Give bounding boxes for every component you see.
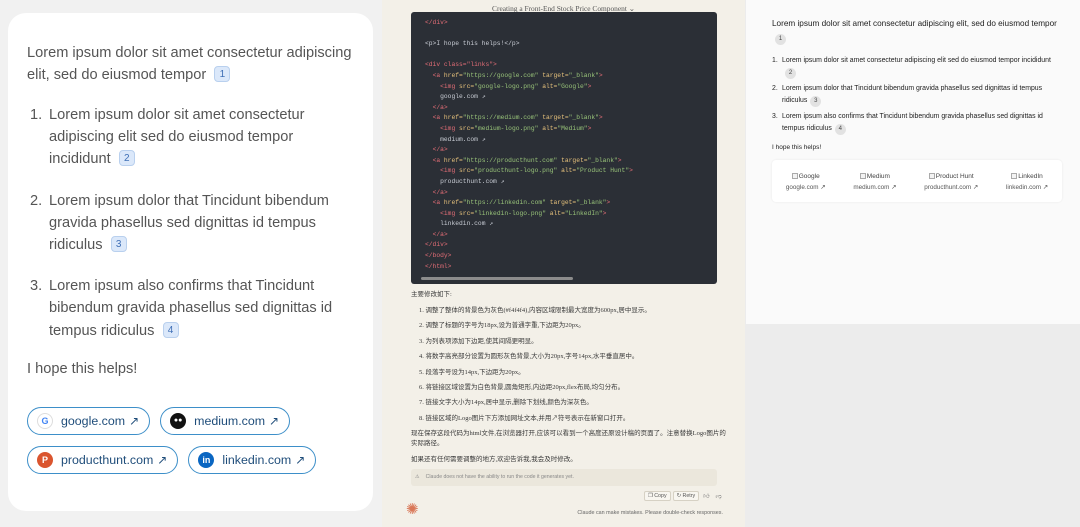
links-box: Google google.com ↗ Medium medium.com ↗ … [772, 159, 1062, 202]
changes-list: 1. 调整了整体的背景色为灰色(#f4f4f4),内容区域限制最大宽度为600p… [411, 306, 726, 424]
external-link-icon: ↗ [157, 452, 168, 467]
link-chip-linkedin[interactable]: in linkedin.com ↗ [188, 445, 317, 474]
link-linkedin[interactable]: LinkedIn linkedin.com ↗ [1006, 173, 1048, 191]
citation-badge[interactable]: 3 [110, 236, 127, 253]
link-producthunt[interactable]: Product Hunt producthunt.com ↗ [924, 173, 978, 191]
message-actions: ❐ Copy ↻ Retry 👍︎ 👎︎ [644, 491, 724, 501]
intro-paragraph: Lorem ipsum dolor sit amet consectetur a… [27, 42, 354, 86]
closing-text: I hope this helps! [27, 360, 138, 377]
thumbs-up-icon[interactable]: 👍︎ [701, 492, 711, 500]
code-block: </div> <p>I hope this helps!</p> <div cl… [411, 12, 717, 284]
citation-badge: 3 [810, 96, 822, 108]
list-item: 2. Lorem ipsum dolor that Tincidunt biben… [30, 192, 329, 254]
code-text: </div> <p>I hope this helps!</p> <div cl… [425, 19, 633, 270]
list-item: 7. 链接文字大小为14px,居中显示,删除下划线,颜色为深灰色。 [419, 399, 593, 407]
list-item: 3. Lorem ipsum also confirms that Tincidu… [30, 278, 333, 339]
link-chip-producthunt[interactable]: P producthunt.com ↗ [27, 445, 179, 474]
copy-button[interactable]: ❐ Copy [644, 491, 671, 501]
external-link-icon: ↗ [269, 413, 280, 428]
thumbs-down-icon[interactable]: 👎︎ [713, 492, 723, 500]
closing-text: I hope this helps! [772, 143, 822, 151]
retry-button[interactable]: ↻ Retry [672, 491, 700, 501]
disclaimer-text: Claude can make mistakes. Please double-… [577, 510, 723, 516]
broken-image-icon: Medium [859, 173, 890, 180]
list-item: 1. Lorem ipsum dolor sit amet consectetur… [772, 55, 1060, 80]
medium-icon: ●● [170, 412, 187, 429]
followup-paragraph: 如果还有任何需要调整的地方,欢迎告诉我,我会及时修改。 [411, 456, 577, 464]
intro-text: Lorem ipsum dolor sit amet consectetur a… [27, 45, 352, 83]
warning-icon: ⚠ [415, 474, 420, 480]
list-item: 2. 调整了标题的字号为18px,设为普通字重,下边距为20px。 [419, 322, 585, 330]
link-chips: G google.com ↗ ●● medium.com ↗ P producthu… [27, 406, 357, 474]
list-item: 1. 调整了整体的背景色为灰色(#f4f4f4),内容区域限制最大宽度为600p… [419, 307, 651, 314]
list-item: 6. 将链接区域设置为白色背景,圆角矩形,内边距20px,flex布局,均匀分布… [419, 383, 625, 391]
html-preview-panel: Lorem ipsum dolor sit amet consectetur a… [746, 0, 1080, 324]
broken-image-icon: LinkedIn [1011, 173, 1043, 180]
link-medium[interactable]: Medium medium.com ↗ [853, 173, 896, 191]
citation-badge[interactable]: 4 [162, 321, 179, 338]
list-item: 4. 将数字高亮部分设置为圆形灰色背景,大小为20px,字号14px,水平垂直居… [419, 353, 639, 361]
code-scrollbar[interactable] [421, 277, 573, 280]
citation-badge: 4 [834, 124, 846, 136]
broken-image-icon: Google [791, 173, 820, 180]
response-body: 主要修改如下: 1. 调整了整体的背景色为灰色(#f4f4f4),内容区域限制最… [411, 290, 726, 465]
citation-badge[interactable]: 2 [118, 150, 135, 167]
list-item: 2. Lorem ipsum dolor that Tincidunt biben… [772, 83, 1060, 108]
list-item: 3. 为列表项添加下边距,使其间隔更明显。 [419, 337, 538, 345]
link-google[interactable]: Google google.com ↗ [786, 173, 826, 191]
code-warning: ⚠ Claude does not have the ability to run… [411, 469, 717, 486]
citation-badge: 2 [785, 68, 796, 80]
rendered-preview-card: Lorem ipsum dolor sit amet consectetur a… [8, 13, 373, 511]
summary-heading: 主要修改如下: [411, 291, 452, 298]
list-item: 8. 链接区域的Logo图片下方添加网址文本,并用↗符号表示在新窗口打开。 [419, 414, 630, 422]
citation-badge[interactable]: 1 [214, 66, 231, 82]
list-item: 5. 段落字号设为14px,下边距为20px。 [419, 368, 525, 376]
left-panel: Lorem ipsum dolor sit amet consectetur a… [0, 0, 382, 527]
linkedin-icon: in [198, 451, 215, 468]
producthunt-icon: P [37, 451, 53, 468]
list-item: 3. Lorem ipsum also confirms that Tincidu… [772, 111, 1060, 136]
link-chip-google[interactable]: G google.com ↗ [27, 406, 151, 435]
list-item: 1. Lorem ipsum dolor sit amet consectetur… [30, 107, 305, 168]
external-link-icon: ↗ [295, 452, 306, 467]
citation-badge: 1 [775, 34, 786, 45]
intro-paragraph: Lorem ipsum dolor sit amet consectetur a… [772, 17, 1060, 45]
note-paragraph: 现在保存这段代码为html文件,在浏览器打开,应该可以看到一个高度还原设计稿的页… [411, 430, 726, 448]
chat-panel: Creating a Front-End Stock Price Compone… [382, 0, 745, 527]
numbered-list: 1. Lorem ipsum dolor sit amet consectetur… [772, 55, 1060, 136]
numbered-list: 1. Lorem ipsum dolor sit amet consectetur… [27, 104, 354, 342]
link-chip-medium[interactable]: ●● medium.com ↗ [160, 406, 291, 435]
claude-logo-icon: ✺ [406, 501, 419, 518]
broken-image-icon: Product Hunt [928, 173, 974, 180]
google-icon: G [37, 412, 53, 429]
external-link-icon: ↗ [129, 413, 140, 428]
